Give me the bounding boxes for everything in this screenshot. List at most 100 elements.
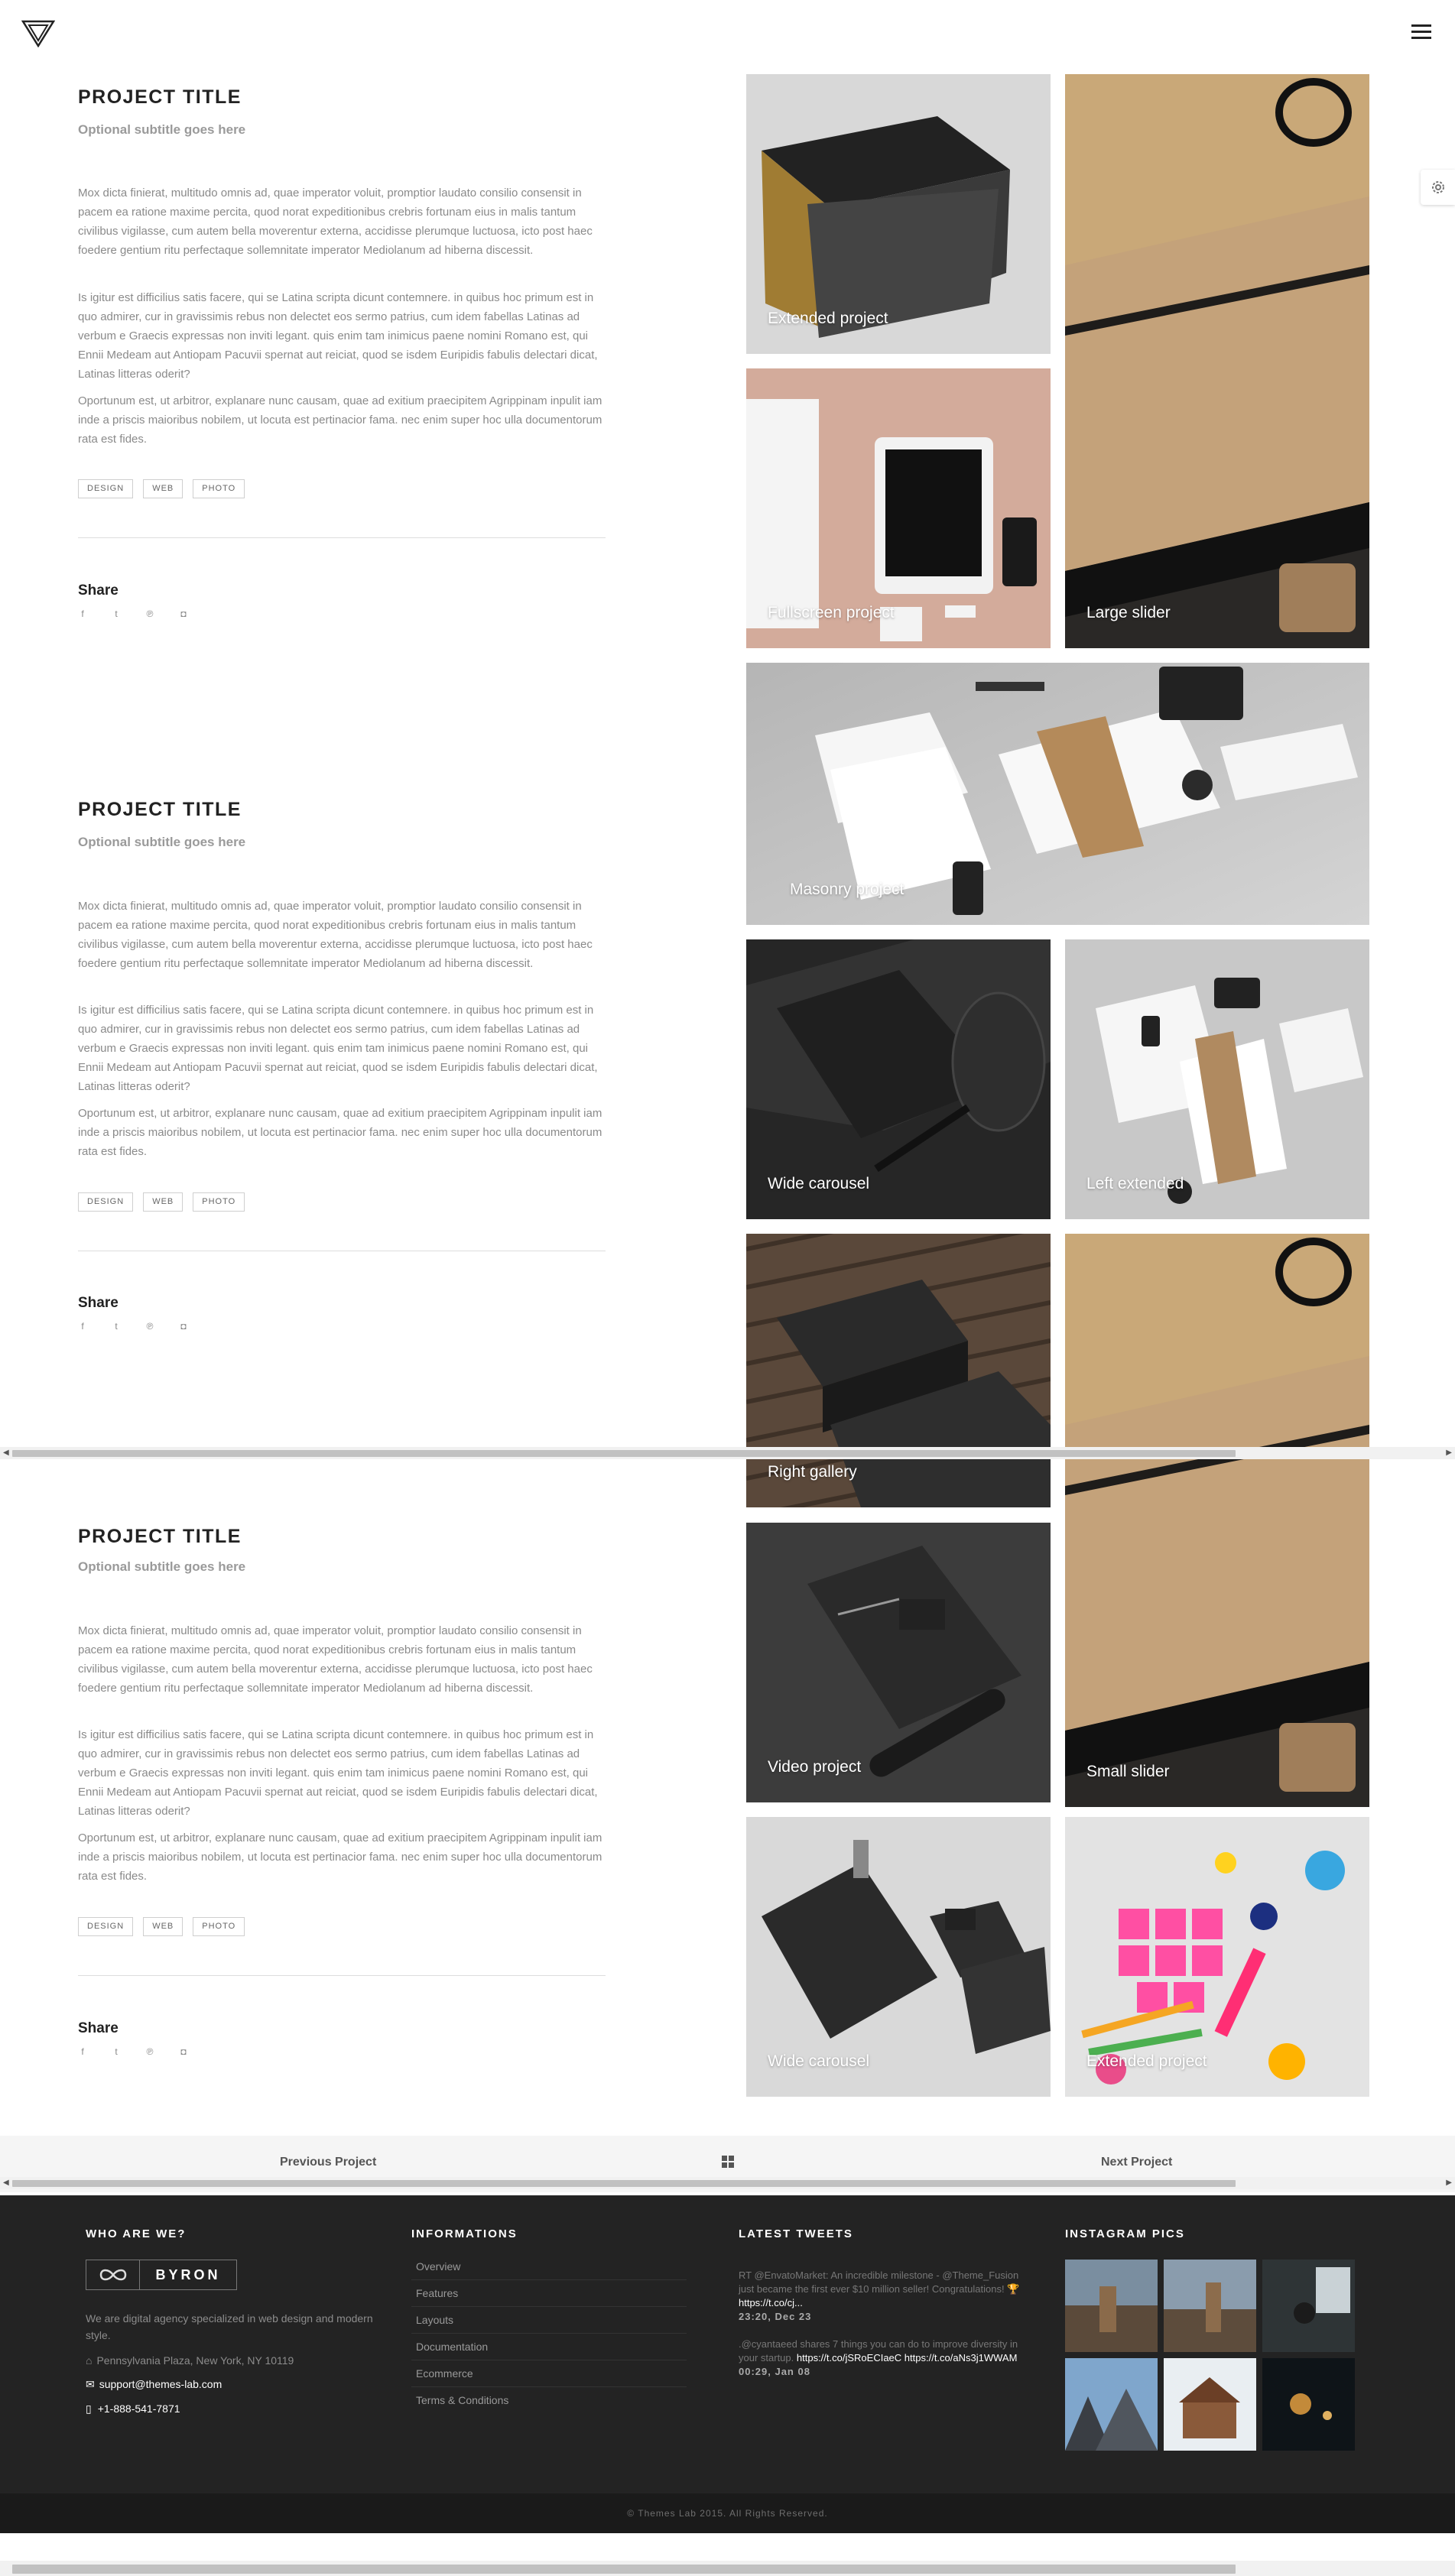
previous-project-link[interactable]: Previous Project [280, 2156, 376, 2169]
footer-link[interactable]: Layouts [411, 2307, 687, 2334]
tile-label: Small slider [1086, 1763, 1170, 1780]
instagram-photo[interactable] [1164, 2358, 1256, 2451]
facebook-icon[interactable]: f [76, 608, 89, 619]
instagram-photo[interactable] [1164, 2260, 1256, 2352]
scrollbar-thumb[interactable] [12, 2180, 1236, 2187]
footer-link[interactable]: Overview [411, 2253, 687, 2280]
hamburger-icon[interactable] [1411, 24, 1431, 40]
email-row[interactable]: ✉ support@themes-lab.com [86, 2376, 222, 2393]
project-paragraph: Is igitur est difficilius satis facere, … [78, 1728, 598, 1818]
tag[interactable]: WEB [143, 1192, 183, 1212]
scroll-left-icon[interactable]: ◀ [3, 1449, 9, 1457]
project-paragraph: Mox dicta finierat, multitudo omnis ad, … [78, 187, 593, 257]
next-project-link[interactable]: Next Project [1101, 2156, 1172, 2169]
project-paragraph: Mox dicta finierat, multitudo omnis ad, … [78, 1624, 593, 1695]
portfolio-tile[interactable]: Video project [746, 1523, 1051, 1802]
tile-label: Masonry project [790, 881, 905, 898]
footer-link[interactable]: Terms & Conditions [411, 2387, 687, 2414]
project-paragraph: Oportunum est, ut arbitror, explanare nu… [78, 394, 602, 446]
tweet-date: 00:29, Jan 08 [739, 2366, 810, 2377]
footer-description: We are digital agency specialized in web… [86, 2312, 373, 2341]
project-paragraph: Mox dicta finierat, multitudo omnis ad, … [78, 900, 593, 970]
tile-label: Left extended [1086, 1175, 1184, 1192]
portfolio-tile[interactable]: Extended project [746, 74, 1051, 354]
share-label: Share [78, 582, 119, 599]
scroll-right-icon[interactable]: ▶ [1446, 1449, 1452, 1457]
tag-list: DESIGN WEB PHOTO [78, 1917, 245, 1936]
divider [78, 537, 606, 538]
tag[interactable]: WEB [143, 1917, 183, 1936]
portfolio-tile[interactable]: Left extended [1065, 939, 1369, 1219]
portfolio-tile[interactable]: Masonry project [746, 663, 1369, 925]
instagram-icon[interactable]: ◘ [177, 1321, 190, 1332]
twitter-icon[interactable]: t [110, 1321, 122, 1332]
tag[interactable]: DESIGN [78, 1192, 134, 1212]
envelope-icon: ✉ [86, 2378, 95, 2390]
portfolio-tile[interactable]: Right gallery [746, 1234, 1051, 1507]
tweet: .@cyantaeed shares 7 things you can do t… [739, 2338, 1023, 2379]
project-subtitle: Optional subtitle goes here [78, 1559, 246, 1574]
footer-logo[interactable]: BYRON [86, 2260, 237, 2290]
tile-label: Fullscreen project [768, 604, 895, 621]
tweet-date: 23:20, Dec 23 [739, 2311, 812, 2322]
email-text[interactable]: support@themes-lab.com [99, 2376, 222, 2393]
share-icons: f t ℗ ◘ [76, 608, 190, 619]
tag[interactable]: WEB [143, 479, 183, 498]
footer: WHO ARE WE? BYRON We are digital agency … [0, 2195, 1455, 2493]
footer-link[interactable]: Ecommerce [411, 2360, 687, 2387]
project-subtitle: Optional subtitle goes here [78, 835, 246, 849]
footer-heading: INSTAGRAM PICS [1065, 2227, 1185, 2240]
horizontal-scrollbar[interactable]: ◀ ▶ [0, 1447, 1455, 1459]
horizontal-scrollbar[interactable] [0, 2561, 1455, 2576]
pinterest-icon[interactable]: ℗ [144, 608, 156, 619]
tweet-link[interactable]: https://t.co/aNs3j1WWAM [905, 2352, 1018, 2363]
scroll-left-icon[interactable]: ◀ [3, 2179, 9, 2187]
instagram-photo[interactable] [1065, 2358, 1158, 2451]
tweet: RT @EnvatoMarket: An incredible mileston… [739, 2269, 1023, 2324]
project-paragraph: Is igitur est difficilius satis facere, … [78, 1004, 598, 1093]
grid-icon[interactable] [722, 2156, 734, 2172]
address-text: Pennsylvania Plaza, New York, NY 10119 [96, 2354, 294, 2367]
tile-label: Right gallery [768, 1463, 857, 1481]
instagram-photo[interactable] [1065, 2260, 1158, 2352]
tag[interactable]: DESIGN [78, 479, 134, 498]
portfolio-tile[interactable]: Fullscreen project [746, 368, 1051, 648]
footer-link[interactable]: Features [411, 2280, 687, 2307]
portfolio-tile[interactable]: Large slider [1065, 74, 1369, 648]
footer-link[interactable]: Documentation [411, 2334, 687, 2360]
pinterest-icon[interactable]: ℗ [144, 2046, 156, 2057]
copyright: © Themes Lab 2015. All Rights Reserved. [0, 2493, 1455, 2533]
gear-icon[interactable] [1421, 170, 1455, 205]
instagram-grid [1065, 2260, 1355, 2451]
home-icon: ⌂ [86, 2354, 93, 2367]
instagram-icon[interactable]: ◘ [177, 2046, 190, 2057]
logo[interactable] [21, 20, 56, 48]
scrollbar-thumb[interactable] [12, 2565, 1236, 2574]
twitter-icon[interactable]: t [110, 608, 122, 619]
tag[interactable]: PHOTO [193, 1192, 245, 1212]
project-title: PROJECT TITLE [78, 1526, 242, 1547]
scroll-right-icon[interactable]: ▶ [1446, 2179, 1452, 2187]
tag-list: DESIGN WEB PHOTO [78, 479, 245, 498]
tile-label: Video project [768, 1758, 862, 1776]
instagram-photo[interactable] [1262, 2260, 1355, 2352]
tweet-link[interactable]: https://t.co/cj... [739, 2297, 803, 2308]
instagram-icon[interactable]: ◘ [177, 608, 190, 619]
portfolio-tile[interactable]: Wide carousel [746, 939, 1051, 1219]
horizontal-scrollbar[interactable]: ◀ ▶ [0, 2177, 1455, 2189]
pinterest-icon[interactable]: ℗ [144, 1321, 156, 1332]
tag[interactable]: DESIGN [78, 1917, 134, 1936]
twitter-icon[interactable]: t [110, 2046, 122, 2057]
portfolio-tile[interactable]: Wide carousel [746, 1817, 1051, 2097]
footer-heading: WHO ARE WE? [86, 2227, 187, 2240]
facebook-icon[interactable]: f [76, 1321, 89, 1332]
portfolio-tile[interactable]: Extended project [1065, 1817, 1369, 2097]
tag[interactable]: PHOTO [193, 479, 245, 498]
tag[interactable]: PHOTO [193, 1917, 245, 1936]
tweet-link[interactable]: https://t.co/jSRoECIaeC [797, 2352, 901, 2363]
portfolio-tile[interactable]: Small slider [1065, 1234, 1369, 1807]
instagram-photo[interactable] [1262, 2358, 1355, 2451]
divider [78, 1975, 606, 1976]
scrollbar-thumb[interactable] [12, 1450, 1236, 1457]
facebook-icon[interactable]: f [76, 2046, 89, 2057]
